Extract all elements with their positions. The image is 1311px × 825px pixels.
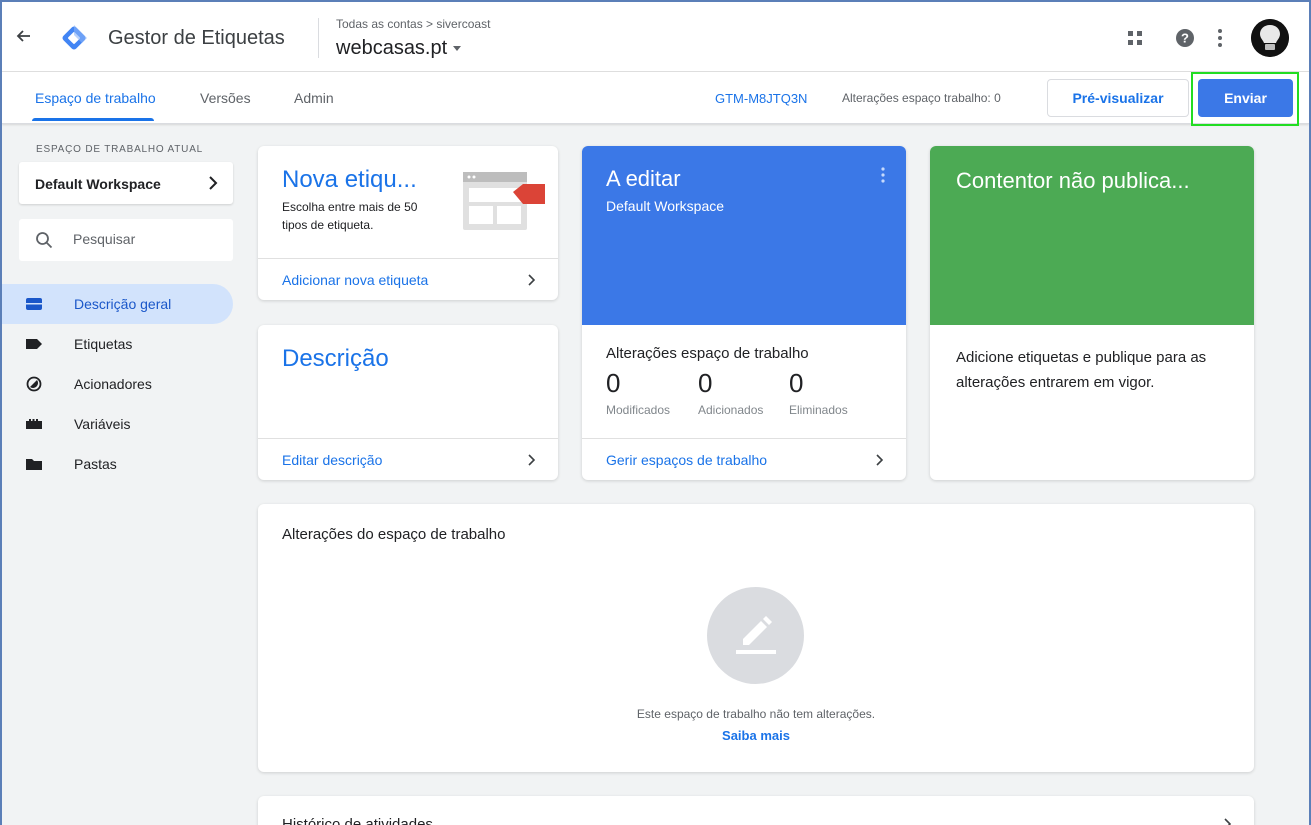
- active-tab-indicator: [32, 118, 154, 121]
- stat-value: 0: [606, 368, 621, 398]
- stat-label: Eliminados: [789, 403, 848, 417]
- tab-versions[interactable]: Versões: [200, 90, 251, 106]
- app-frame: Gestor de Etiquetas Todas as contas > si…: [0, 0, 1311, 825]
- add-new-tag-link[interactable]: Adicionar nova etiqueta: [282, 272, 428, 288]
- sidebar-item-label: Pastas: [74, 456, 117, 472]
- search-icon: [36, 232, 53, 249]
- back-arrow-icon[interactable]: [14, 26, 34, 46]
- chevron-right-icon: [209, 176, 218, 190]
- editing-workspace-name: Default Workspace: [606, 198, 725, 214]
- new-tag-footer[interactable]: Adicionar nova etiqueta: [258, 258, 558, 300]
- variable-icon: [26, 419, 42, 429]
- stat-label: Modificados: [606, 403, 671, 417]
- tag-icon: [26, 339, 42, 349]
- search-box[interactable]: [19, 219, 233, 261]
- stat-deleted: 0 Eliminados: [789, 368, 848, 417]
- app-title: Gestor de Etiquetas: [108, 27, 285, 49]
- tab-bar: Espaço de trabalho Versões Admin GTM-M8J…: [2, 72, 1309, 126]
- apps-grid-icon[interactable]: [1126, 29, 1144, 47]
- description-card[interactable]: Descrição Editar descrição: [258, 325, 558, 480]
- trigger-icon: [26, 376, 42, 392]
- activity-history-title: Histórico de atividades: [282, 816, 433, 825]
- activity-history-card[interactable]: Histórico de atividades: [258, 796, 1254, 825]
- preview-button[interactable]: Pré-visualizar: [1047, 79, 1189, 117]
- workspace-changes-count: Alterações espaço trabalho: 0: [842, 91, 1001, 105]
- avatar[interactable]: [1251, 19, 1289, 57]
- new-tag-description: Escolha entre mais de 50 tipos de etique…: [282, 200, 418, 232]
- description-footer[interactable]: Editar descrição: [258, 438, 558, 480]
- submit-button[interactable]: Enviar: [1198, 79, 1293, 117]
- container-id[interactable]: GTM-M8JTQ3N: [715, 91, 807, 106]
- learn-more-link[interactable]: Saiba mais: [258, 728, 1254, 743]
- sidebar-item-overview[interactable]: Descrição geral: [2, 284, 233, 324]
- stat-label: Adicionados: [698, 403, 764, 417]
- sidebar-item-label: Descrição geral: [74, 296, 172, 312]
- caret-down-icon: [453, 46, 462, 52]
- header-divider: [318, 18, 319, 58]
- editing-workspace-card: A editar Default Workspace Alterações es…: [582, 146, 906, 480]
- unpublished-title: Contentor não publica...: [956, 168, 1190, 193]
- workspace-changes-title: Alterações do espaço de trabalho: [282, 526, 506, 543]
- sidebar-item-triggers[interactable]: Acionadores: [2, 364, 233, 404]
- stat-value: 0: [789, 368, 804, 398]
- empty-state-icon: [707, 587, 804, 684]
- sidebar-item-label: Etiquetas: [74, 336, 133, 352]
- workspace-changes-heading: Alterações espaço de trabalho: [606, 345, 809, 362]
- lightbulb-avatar-icon: [1251, 19, 1289, 57]
- tag-illustration-icon: [463, 172, 545, 230]
- search-input[interactable]: [73, 231, 223, 247]
- pencil-icon: [736, 616, 776, 654]
- manage-workspaces-link[interactable]: Gerir espaços de trabalho: [606, 452, 767, 468]
- workspace-selector[interactable]: Default Workspace: [19, 162, 233, 204]
- more-vert-icon[interactable]: [1216, 28, 1224, 48]
- sidebar-item-label: Variáveis: [74, 416, 131, 432]
- chevron-right-icon: [1224, 818, 1232, 825]
- workspace-changes-card: Alterações do espaço de trabalho Este es…: [258, 504, 1254, 772]
- overview-icon: [26, 298, 42, 310]
- stat-added: 0 Adicionados: [698, 368, 763, 417]
- breadcrumb[interactable]: Todas as contas > sivercoast: [336, 17, 490, 31]
- chevron-right-icon: [876, 454, 884, 466]
- unpublished-description: Adicione etiquetas e publique para as al…: [956, 349, 1207, 391]
- stat-modified: 0 Modificados: [606, 368, 670, 417]
- editing-footer[interactable]: Gerir espaços de trabalho: [582, 438, 906, 480]
- chevron-right-icon: [528, 454, 536, 466]
- stat-value: 0: [698, 368, 713, 398]
- help-icon[interactable]: ?: [1175, 28, 1195, 48]
- editing-title: A editar: [606, 166, 681, 191]
- unpublished-container-card: Contentor não publica... Adicione etique…: [930, 146, 1254, 480]
- new-tag-card[interactable]: Nova etiqu... Escolha entre mais de 50 t…: [258, 146, 558, 300]
- tab-admin[interactable]: Admin: [294, 90, 334, 106]
- sidebar-item-tags[interactable]: Etiquetas: [2, 324, 233, 364]
- description-title: Descrição: [282, 345, 389, 372]
- container-name: webcasas.pt: [336, 37, 448, 59]
- tag-manager-logo-icon[interactable]: [59, 23, 89, 53]
- more-vert-icon[interactable]: [880, 166, 886, 184]
- chevron-right-icon: [528, 274, 536, 286]
- new-tag-title: Nova etiqu...: [282, 166, 417, 193]
- workspace-name: Default Workspace: [35, 176, 161, 192]
- svg-text:?: ?: [1181, 31, 1189, 46]
- empty-state-text: Este espaço de trabalho não tem alteraçõ…: [636, 707, 876, 721]
- current-workspace-label: ESPAÇO DE TRABALHO ATUAL: [36, 144, 204, 155]
- sidebar-item-folders[interactable]: Pastas: [2, 444, 233, 484]
- top-header: Gestor de Etiquetas Todas as contas > si…: [2, 2, 1309, 72]
- container-selector[interactable]: webcasas.pt: [336, 37, 462, 60]
- tab-workspace[interactable]: Espaço de trabalho: [35, 90, 156, 106]
- sidebar-item-variables[interactable]: Variáveis: [2, 404, 233, 444]
- sidebar-item-label: Acionadores: [74, 376, 152, 392]
- edit-description-link[interactable]: Editar descrição: [282, 452, 382, 468]
- folder-icon: [26, 459, 42, 470]
